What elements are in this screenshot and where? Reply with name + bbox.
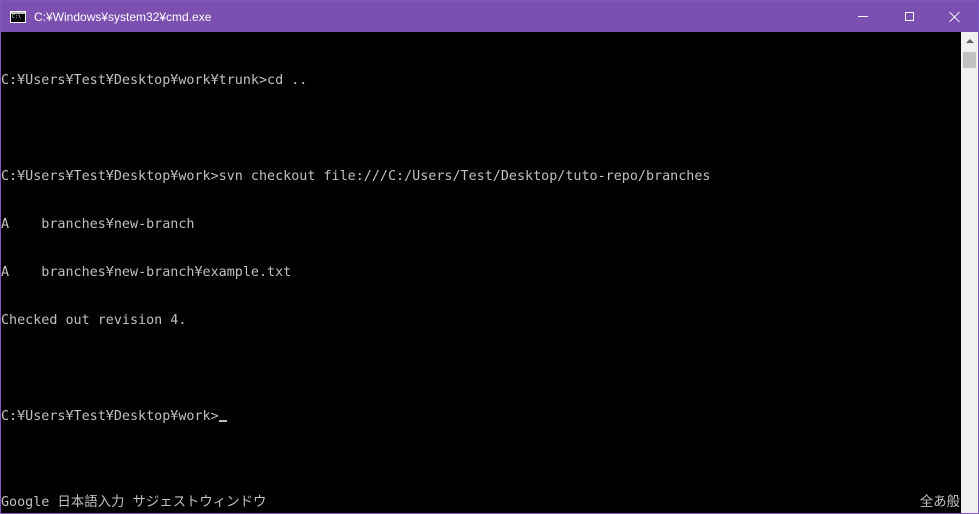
ime-status-bar: Google 日本語入力 サジェストウィンドウ 全あ般 <box>1 492 978 513</box>
cmd-window: C:¥Windows¥system32¥cmd.exe C:¥Users¥Tes… <box>0 0 979 514</box>
window-title: C:¥Windows¥system32¥cmd.exe <box>34 9 212 24</box>
ime-mode-indicator[interactable]: 全あ般 <box>920 492 960 513</box>
close-button[interactable] <box>932 1 978 32</box>
minimize-icon <box>858 16 868 17</box>
maximize-icon <box>904 12 914 21</box>
console-line: C:¥Users¥Test¥Desktop¥work¥trunk>cd .. <box>1 73 308 88</box>
prompt-text: C:¥Users¥Test¥Desktop¥work> <box>1 409 219 424</box>
console-line: Checked out revision 4. <box>1 313 187 328</box>
window-controls <box>840 1 978 32</box>
maximize-button[interactable] <box>886 1 932 32</box>
prompt-line[interactable]: C:¥Users¥Test¥Desktop¥work> <box>1 409 961 425</box>
vertical-scrollbar[interactable] <box>961 32 978 492</box>
console-line: A branches¥new-branch¥example.txt <box>1 265 292 280</box>
title-bar[interactable]: C:¥Windows¥system32¥cmd.exe <box>1 1 978 32</box>
close-icon <box>949 11 961 23</box>
scroll-thumb[interactable] <box>963 52 976 68</box>
scroll-up-button[interactable] <box>961 32 978 49</box>
console-line: A branches¥new-branch <box>1 217 195 232</box>
text-cursor <box>218 420 227 422</box>
ime-suggest-window-label: Google 日本語入力 サジェストウィンドウ <box>1 495 267 510</box>
cmd-icon[interactable] <box>10 10 26 23</box>
console-output[interactable]: C:¥Users¥Test¥Desktop¥work¥trunk>cd .. C… <box>1 32 961 492</box>
resize-grip[interactable] <box>961 492 978 513</box>
arrow-up-icon <box>965 38 974 43</box>
minimize-button[interactable] <box>840 1 886 32</box>
console-line: C:¥Users¥Test¥Desktop¥work>svn checkout … <box>1 169 711 184</box>
